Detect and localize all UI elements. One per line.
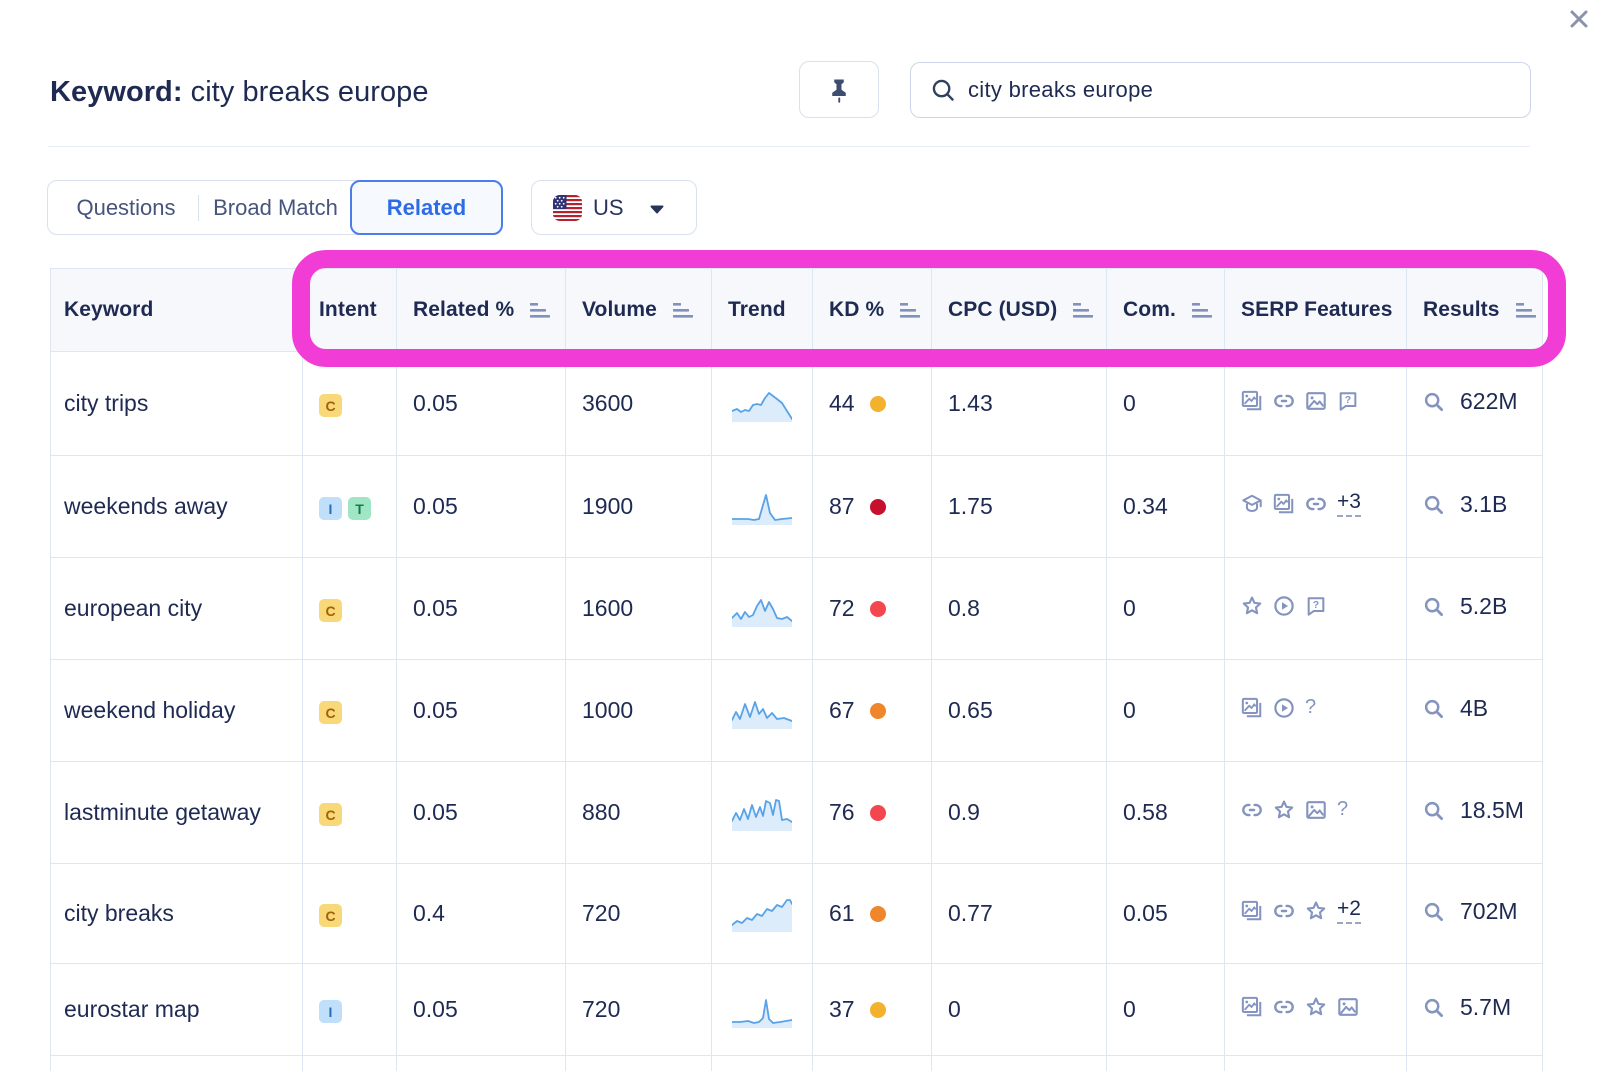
svg-text:?: ? bbox=[1313, 598, 1319, 610]
svg-text:?: ? bbox=[1345, 393, 1351, 405]
